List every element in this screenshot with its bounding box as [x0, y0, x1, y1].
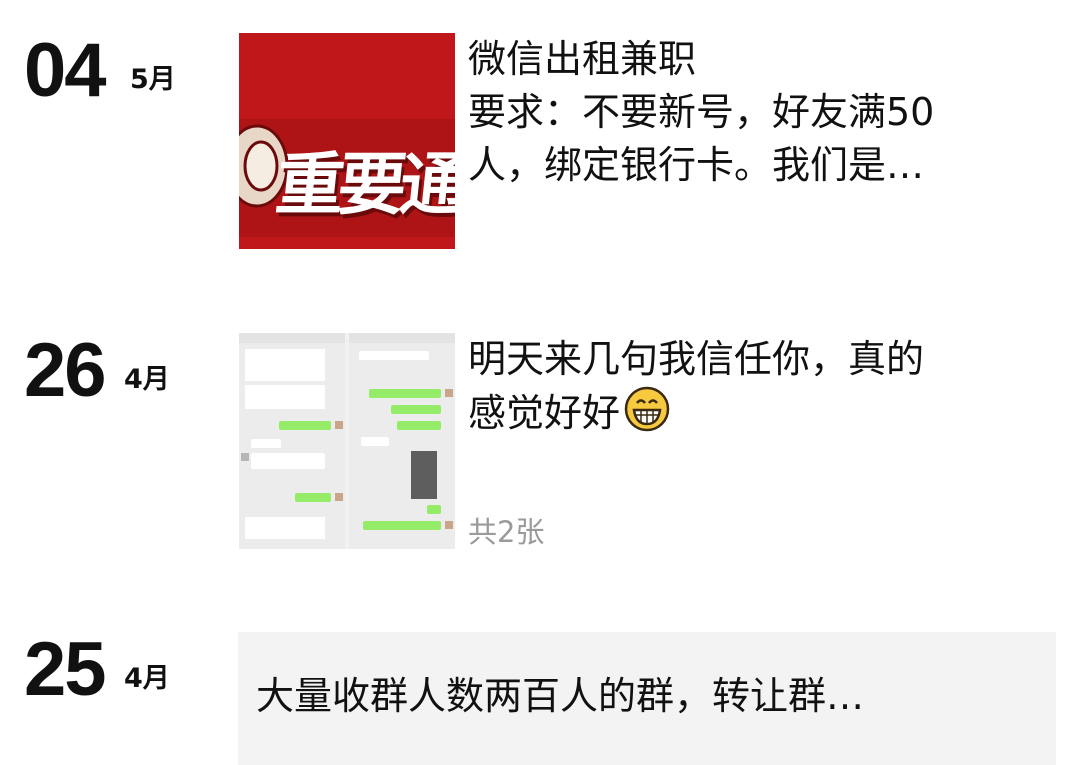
- chat-bubble: [397, 421, 441, 430]
- status-bar: [349, 333, 455, 343]
- image-message: [411, 451, 437, 499]
- chat-bubble: [427, 505, 441, 514]
- invite-card: [245, 517, 325, 539]
- post-date: 04 5月: [24, 33, 224, 113]
- chat-bubble: [359, 351, 429, 360]
- thumbnail-text: 重要通: [272, 146, 455, 225]
- avatar: [445, 521, 453, 529]
- post-text-fragment: 感觉好好: [468, 391, 621, 435]
- avatar: [335, 421, 343, 429]
- chat-bubble: [391, 405, 441, 414]
- post-month: 4月: [124, 364, 170, 395]
- chat-screenshot: [239, 333, 345, 549]
- chat-bubble: [251, 453, 325, 469]
- chat-bubble: [251, 439, 281, 448]
- post-text: 大量收群人数两百人的群，转让群…: [256, 674, 865, 718]
- chat-bubble: [279, 421, 331, 430]
- chat-bubble: [361, 437, 389, 446]
- chat-bubble: [369, 389, 441, 398]
- text-post-card[interactable]: 大量收群人数两百人的群，转让群…: [238, 632, 1056, 765]
- post-text-line: 微信出租兼职: [468, 37, 697, 81]
- post-text-line: 要求：不要新号，好友满50: [468, 90, 935, 134]
- post-date: 25 4月: [24, 632, 224, 712]
- avatar: [241, 453, 249, 461]
- post-text-line: 明天来几句我信任你，真的: [468, 337, 925, 381]
- post-date: 26 4月: [24, 333, 224, 413]
- post-text-line: 人，绑定银行卡。我们是…: [468, 143, 925, 187]
- status-bar: [239, 333, 345, 343]
- post-text: 明天来几句我信任你，真的 感觉好好: [468, 333, 1048, 440]
- avatar: [335, 493, 343, 501]
- post-thumbnail-screenshots[interactable]: [239, 333, 455, 549]
- post-month: 5月: [130, 64, 176, 95]
- invite-card: [245, 349, 325, 381]
- chat-bubble: [295, 493, 331, 502]
- post-day: 26: [24, 328, 107, 413]
- avatar: [445, 389, 453, 397]
- post-thumbnail[interactable]: 重要通: [239, 33, 455, 249]
- image-count: 共2张: [468, 515, 545, 549]
- chat-screenshot: [349, 333, 455, 549]
- chat-bubble: [363, 521, 441, 530]
- post-text-line: 感觉好好: [468, 386, 1048, 440]
- grinning-face-icon: [624, 386, 670, 432]
- post-text: 微信出租兼职 要求：不要新号，好友满50 人，绑定银行卡。我们是…: [468, 33, 1048, 192]
- post-month: 4月: [124, 663, 170, 694]
- post-day: 04: [24, 28, 107, 113]
- invite-card: [245, 385, 325, 409]
- post-day: 25: [24, 627, 107, 712]
